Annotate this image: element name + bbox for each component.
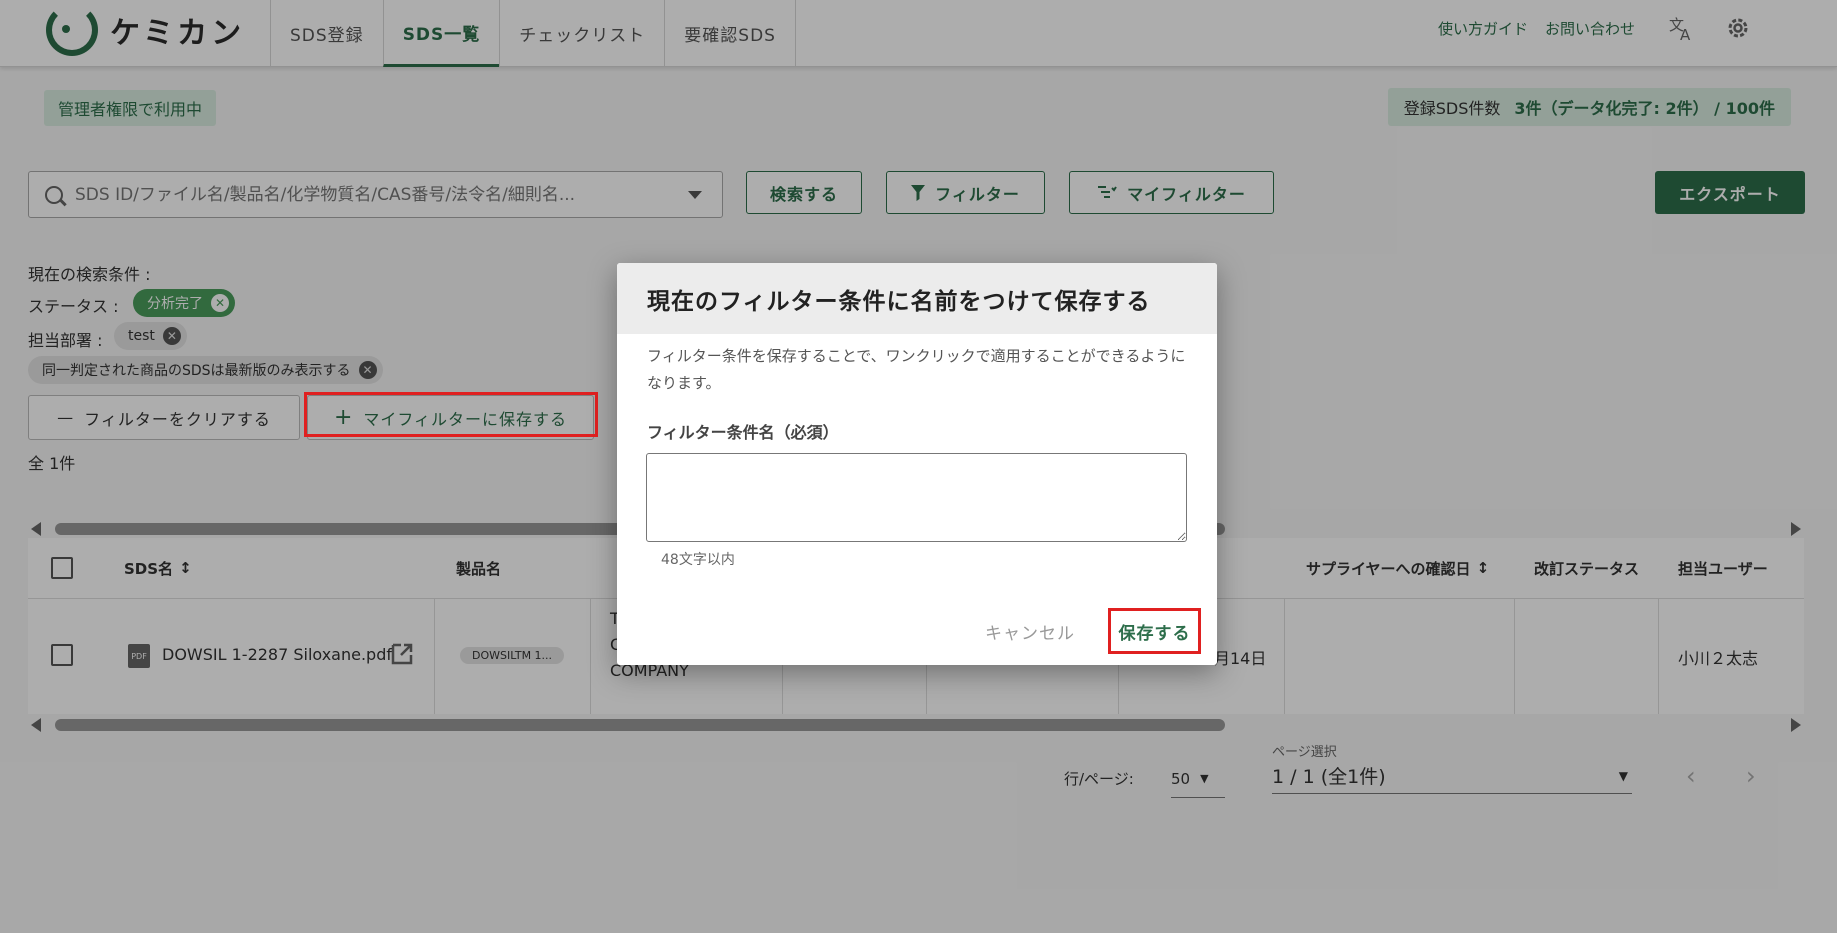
save-filter-dialog: 現在のフィルター条件に名前をつけて保存する フィルター条件を保存することで、ワン… — [617, 263, 1217, 665]
filter-name-hint: 48文字以内 — [661, 552, 735, 568]
cancel-button[interactable]: キャンセル — [985, 619, 1075, 644]
save-button[interactable]: 保存する — [1108, 608, 1201, 654]
highlight-save-my-filter — [304, 392, 598, 437]
dialog-title: 現在のフィルター条件に名前をつけて保存する — [617, 263, 1217, 334]
filter-name-label: フィルター条件名（必須） — [647, 423, 839, 442]
filter-name-input[interactable] — [646, 453, 1187, 542]
dialog-description: フィルター条件を保存することで、ワンクリックで適用することができるようになります… — [647, 347, 1186, 392]
